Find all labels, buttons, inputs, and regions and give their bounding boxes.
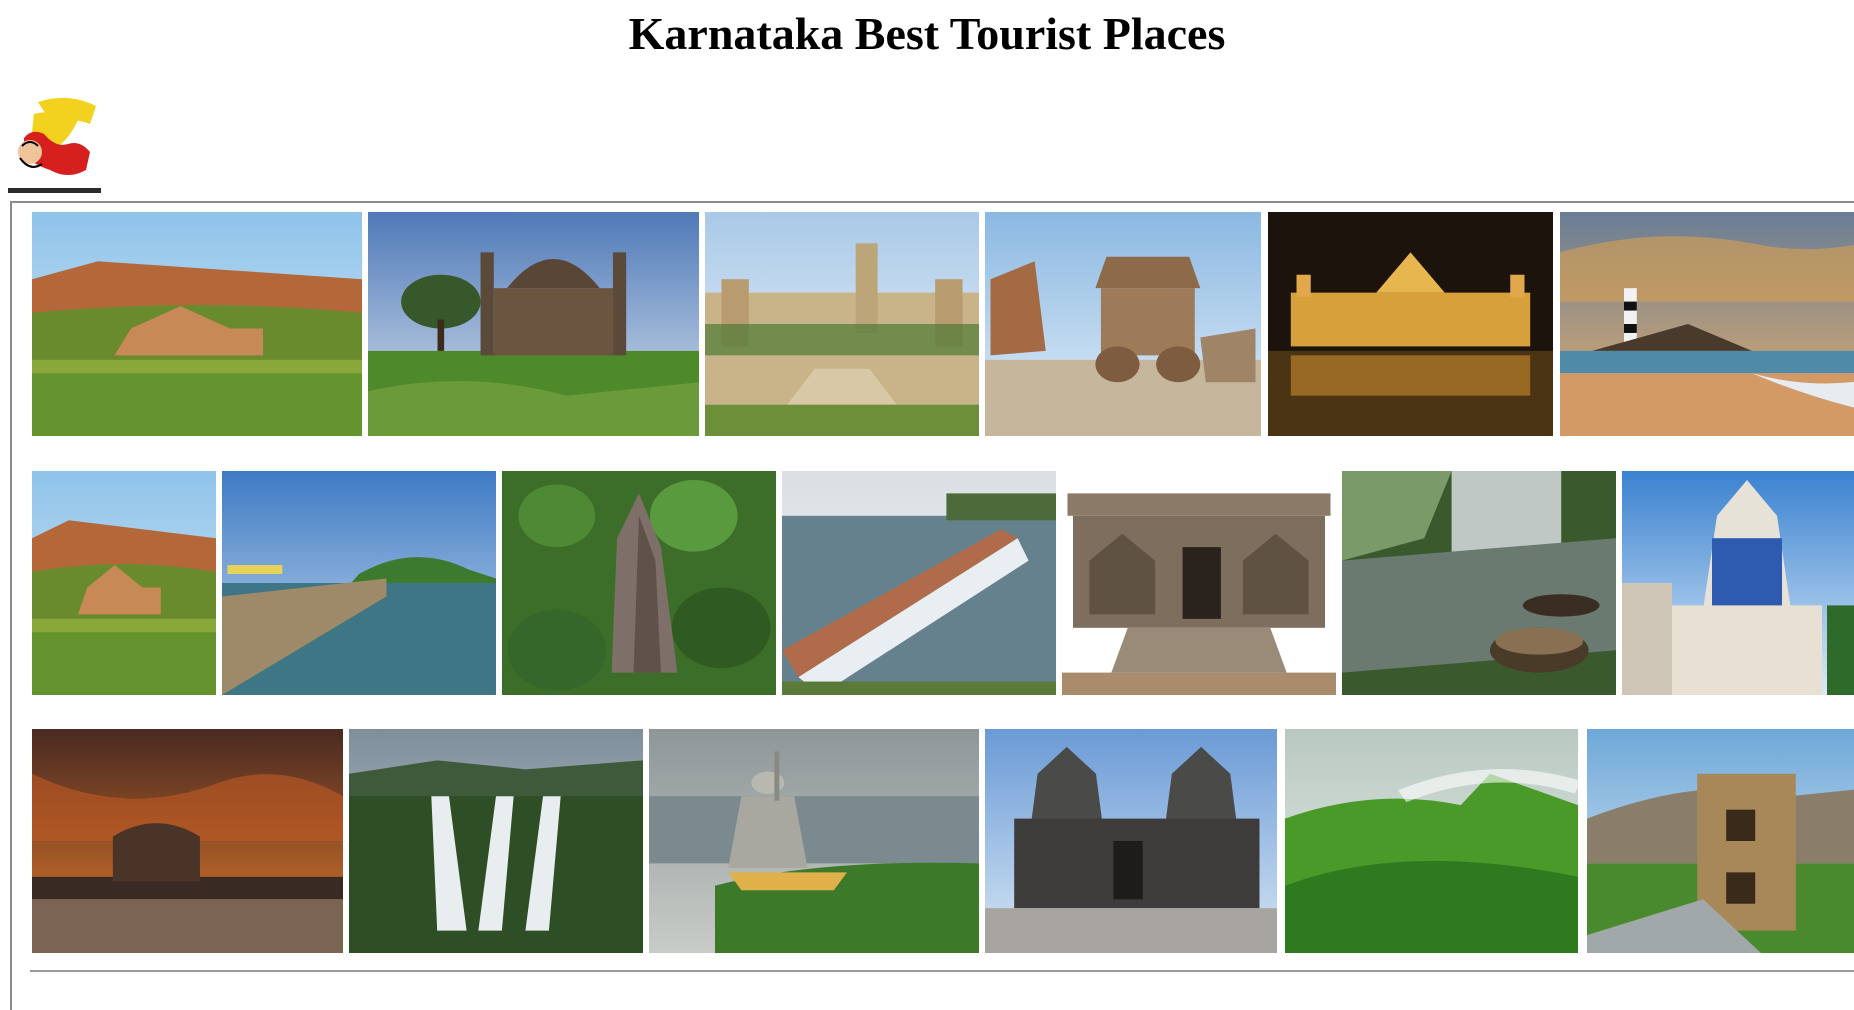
bangalore-palace-photo[interactable] — [705, 212, 979, 436]
jog-falls-photo[interactable] — [349, 729, 643, 953]
reservoir-dam-photo[interactable] — [222, 471, 496, 695]
cliff-lake-temple-photo[interactable] — [32, 471, 216, 695]
gopuram-temple-photo[interactable] — [1622, 471, 1854, 695]
mysore-palace-night-photo[interactable] — [1268, 212, 1553, 436]
photo-gallery — [10, 201, 1854, 1010]
mysore-palace-sunset-photo[interactable] — [32, 729, 343, 953]
horizontal-divider — [30, 970, 1854, 972]
gol-gumbaz-photo[interactable] — [368, 212, 699, 436]
hogenakkal-coracle-photo[interactable] — [1342, 471, 1616, 695]
hampi-stone-chariot-photo[interactable] — [985, 212, 1261, 436]
murudeshwar-shiva-photo[interactable] — [649, 729, 979, 953]
badami-cave-temple-photo[interactable] — [32, 212, 362, 436]
hoysala-temple-entrance-photo[interactable] — [1062, 471, 1336, 695]
yana-rock-forest-photo[interactable] — [502, 471, 776, 695]
page: Karnataka Best Tourist Places — [0, 0, 1854, 1010]
krs-dam-photo[interactable] — [782, 471, 1056, 695]
kaup-beach-lighthouse-photo[interactable] — [1560, 212, 1854, 436]
western-ghats-hills-photo[interactable] — [1285, 729, 1578, 953]
belur-temple-photo[interactable] — [985, 729, 1277, 953]
page-title: Karnataka Best Tourist Places — [628, 8, 1226, 59]
karnataka-flag-figure-logo-icon — [8, 94, 101, 193]
chitradurga-fort-photo[interactable] — [1587, 729, 1854, 953]
